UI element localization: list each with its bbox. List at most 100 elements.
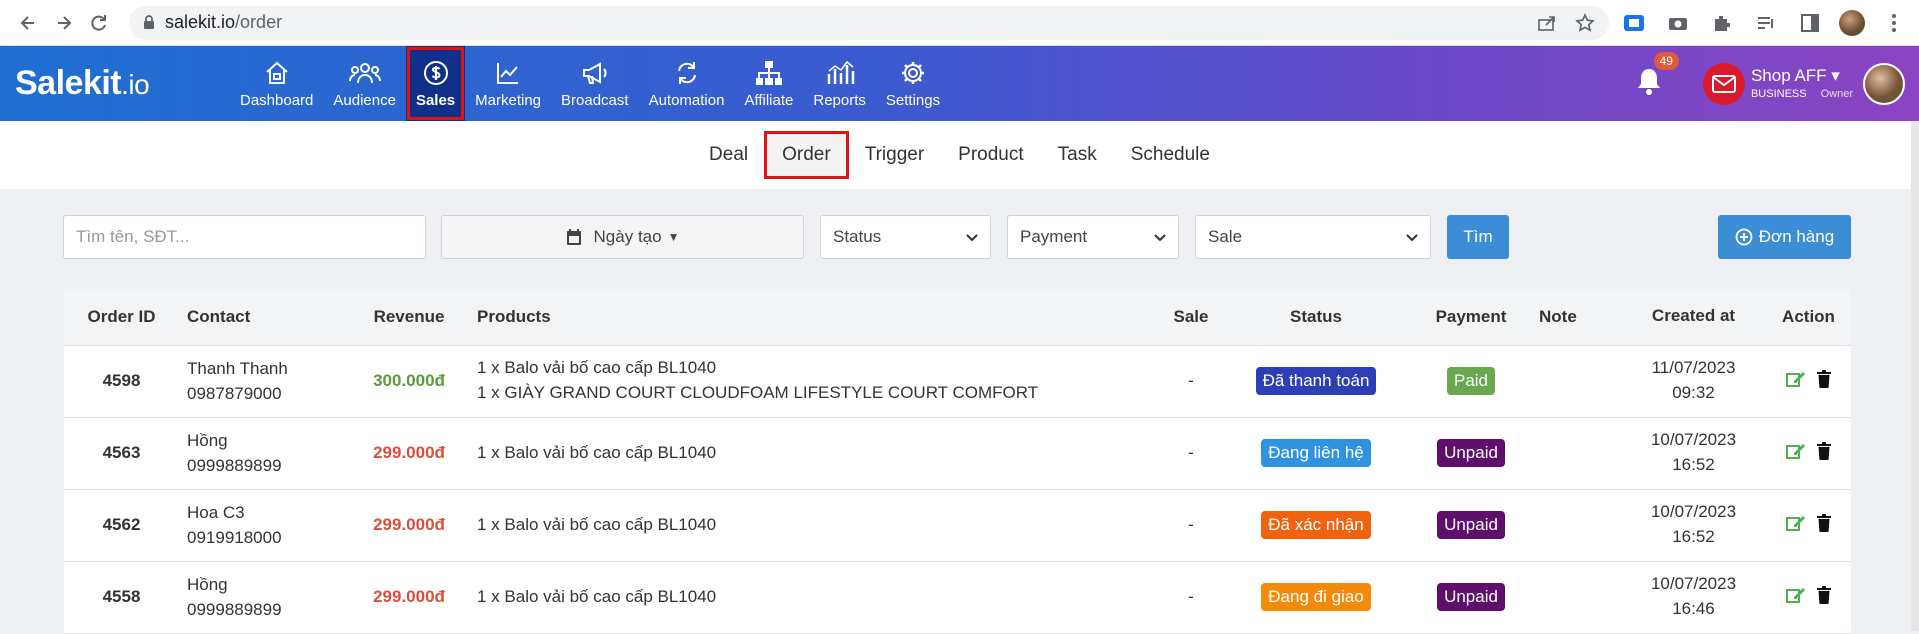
nav-reports[interactable]: Reports xyxy=(803,46,876,121)
edit-icon[interactable] xyxy=(1785,442,1806,465)
contact-cell[interactable]: Thanh Thanh 0987879000 xyxy=(179,345,349,418)
revenue: 300.000đ xyxy=(349,345,469,418)
date-filter-button[interactable]: Ngày tạo ▼ xyxy=(441,215,804,259)
house-icon xyxy=(263,58,291,88)
contact-phone: 0999889899 xyxy=(187,600,282,619)
table-row[interactable]: 4598 Thanh Thanh 0987879000 300.000đ 1 x … xyxy=(64,345,1851,418)
search-input[interactable]: Tìm tên, SĐT... xyxy=(63,215,426,259)
contact-name: Hoa C3 xyxy=(187,502,245,522)
mail-icon[interactable] xyxy=(1702,62,1745,105)
edit-icon[interactable] xyxy=(1785,370,1806,393)
order-id[interactable]: 4563 xyxy=(64,417,179,490)
tab-schedule[interactable]: Schedule xyxy=(1114,132,1227,178)
back-icon[interactable] xyxy=(10,5,46,41)
more-menu-icon[interactable] xyxy=(1879,11,1909,35)
col-created-at[interactable]: Created at xyxy=(1621,289,1766,346)
reading-list-icon[interactable] xyxy=(1751,11,1781,35)
chevron-down-icon xyxy=(966,227,978,247)
profile-avatar[interactable] xyxy=(1839,9,1866,36)
col-order-id[interactable]: Order ID xyxy=(64,289,179,346)
sale-value: - xyxy=(1161,561,1221,634)
sale-select[interactable]: Sale xyxy=(1195,215,1431,259)
col-revenue[interactable]: Revenue xyxy=(349,289,469,346)
edit-icon[interactable] xyxy=(1785,586,1806,609)
salekit-logo[interactable]: Salekit.io xyxy=(15,64,230,103)
note-cell xyxy=(1531,489,1621,562)
chevron-down-icon xyxy=(1154,227,1166,247)
chevron-down-icon xyxy=(1406,227,1418,247)
notifications-bell[interactable]: 49 xyxy=(1635,52,1679,101)
table-row[interactable]: 4558 Hồng 0999889899 299.000đ 1 x Balo vả… xyxy=(64,561,1851,634)
nav-marketing[interactable]: Marketing xyxy=(465,46,551,121)
contact-cell[interactable]: Hoa C3 0919918000 xyxy=(179,489,349,562)
dollar-icon xyxy=(422,58,450,88)
cycle-icon xyxy=(673,58,701,88)
col-note[interactable]: Note xyxy=(1531,289,1621,346)
nav-affiliate[interactable]: Affiliate xyxy=(734,46,803,121)
tab-order[interactable]: Order xyxy=(764,131,849,179)
contact-phone: 0999889899 xyxy=(187,456,282,475)
tab-trigger[interactable]: Trigger xyxy=(848,132,941,178)
sale-value: - xyxy=(1161,417,1221,490)
payment-badge: Unpaid xyxy=(1437,583,1505,611)
nav-automation[interactable]: Automation xyxy=(639,46,735,121)
col-contact[interactable]: Contact xyxy=(179,289,349,346)
sale-value: - xyxy=(1161,345,1221,418)
order-id[interactable]: 4562 xyxy=(64,489,179,562)
tab-product[interactable]: Product xyxy=(941,132,1040,178)
trash-icon[interactable] xyxy=(1816,585,1832,609)
browser-toolbar: salekit.io/order xyxy=(0,0,1919,46)
calendar-icon xyxy=(566,228,582,246)
col-payment[interactable]: Payment xyxy=(1411,289,1531,346)
camera-icon[interactable] xyxy=(1663,11,1693,35)
forward-icon[interactable] xyxy=(46,5,82,41)
share-icon[interactable] xyxy=(1537,14,1557,32)
translate-extension-icon[interactable] xyxy=(1619,11,1649,35)
contact-cell[interactable]: Hồng 0999889899 xyxy=(179,417,349,490)
tab-deal[interactable]: Deal xyxy=(692,132,765,178)
nav-sales[interactable]: Sales xyxy=(405,46,466,121)
gear-icon xyxy=(899,58,927,88)
contact-name: Hồng xyxy=(187,574,228,594)
revenue: 299.000đ xyxy=(349,561,469,634)
caret-down-icon: ▾ xyxy=(1831,66,1840,86)
puzzle-icon[interactable] xyxy=(1707,11,1737,35)
address-bar[interactable]: salekit.io/order xyxy=(129,5,1610,40)
order-id[interactable]: 4598 xyxy=(64,345,179,418)
nav-audience[interactable]: Audience xyxy=(323,46,406,121)
find-button[interactable]: Tìm xyxy=(1447,215,1509,259)
contact-cell[interactable]: Hồng 0999889899 xyxy=(179,561,349,634)
trash-icon[interactable] xyxy=(1816,369,1832,393)
order-id[interactable]: 4558 xyxy=(64,561,179,634)
shop-switcher[interactable]: Shop AFF ▾ BUSINESS Owner xyxy=(1750,66,1853,100)
payment-select[interactable]: Payment xyxy=(1007,215,1179,259)
plan-label: BUSINESS xyxy=(1750,87,1807,100)
new-order-button[interactable]: Đơn hàng xyxy=(1718,215,1851,259)
created-at: 10/07/2023 16:46 xyxy=(1621,561,1766,634)
col-sale[interactable]: Sale xyxy=(1161,289,1221,346)
trash-icon[interactable] xyxy=(1816,441,1832,465)
table-row[interactable]: 4563 Hồng 0999889899 299.000đ 1 x Balo vả… xyxy=(64,417,1851,490)
side-panel-icon[interactable] xyxy=(1795,11,1825,35)
col-status[interactable]: Status xyxy=(1221,289,1411,346)
contact-name: Thanh Thanh xyxy=(187,358,288,378)
page-scrollbar[interactable] xyxy=(1911,121,1919,631)
col-products[interactable]: Products xyxy=(469,289,1161,346)
trash-icon[interactable] xyxy=(1816,513,1832,537)
contact-name: Hồng xyxy=(187,430,228,450)
payment-badge: Paid xyxy=(1446,367,1496,395)
sale-value: - xyxy=(1161,489,1221,562)
reload-icon[interactable] xyxy=(81,5,117,41)
user-avatar[interactable] xyxy=(1863,62,1905,105)
nav-settings[interactable]: Settings xyxy=(876,46,950,121)
tab-task[interactable]: Task xyxy=(1041,132,1114,178)
note-cell xyxy=(1531,417,1621,490)
created-at: 10/07/2023 16:52 xyxy=(1621,489,1766,562)
status-select[interactable]: Status xyxy=(820,215,991,259)
table-row[interactable]: 4562 Hoa C3 0919918000 299.000đ 1 x Balo … xyxy=(64,489,1851,562)
bell-icon xyxy=(1635,66,1663,101)
edit-icon[interactable] xyxy=(1785,514,1806,537)
star-icon[interactable] xyxy=(1575,12,1595,33)
nav-broadcast[interactable]: Broadcast xyxy=(551,46,639,121)
nav-dashboard[interactable]: Dashboard xyxy=(230,46,323,121)
